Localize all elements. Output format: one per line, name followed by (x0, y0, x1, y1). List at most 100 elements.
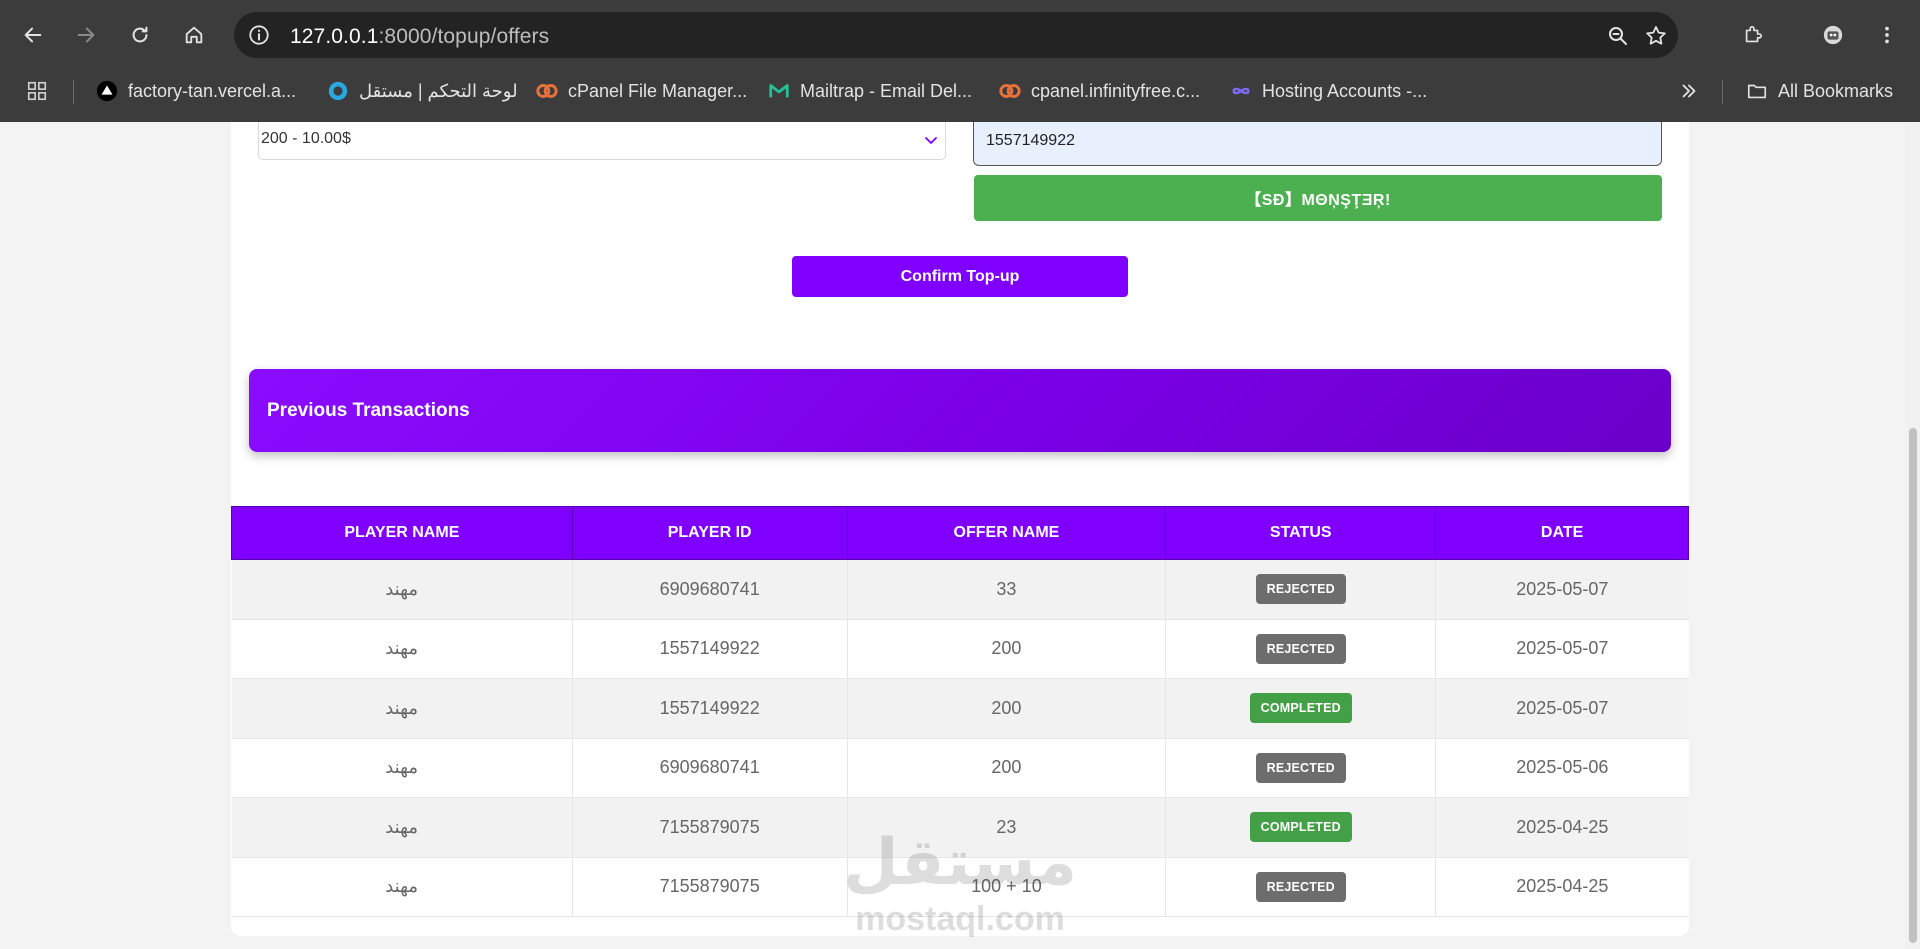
url-text[interactable]: 127.0.0.1:8000/topup/offers (290, 25, 549, 49)
status-badge: REJECTED (1255, 871, 1346, 902)
table-row: مهند 6909680741 200 REJECTED 2025-05-06 (231, 738, 1689, 798)
column-header-player-name: PLAYER NAME (231, 506, 573, 560)
cell-offer-name: 200 (847, 619, 1167, 679)
table-row: مهند 6909680741 33 REJECTED 2025-05-07 (231, 559, 1689, 620)
watermark-latin: mostaql.com (855, 900, 1065, 938)
cell-status: REJECTED (1165, 559, 1437, 620)
cell-player-name: مهند (231, 559, 573, 620)
arrow-right-icon (77, 27, 95, 43)
cell-player-name: مهند (231, 857, 573, 917)
double-chevron-right-icon (1682, 84, 1696, 98)
address-bar[interactable]: 127.0.0.1:8000/topup/offers (234, 12, 1678, 58)
mostaql-watermark: مستقل mostaql.com (840, 822, 1080, 949)
reload-button[interactable] (123, 18, 157, 52)
menu-button[interactable] (1870, 18, 1904, 52)
confirm-topup-button[interactable]: Confirm Top-up (792, 256, 1128, 297)
cell-offer-name: 200 (847, 678, 1167, 739)
cell-date: 2025-05-07 (1435, 619, 1689, 679)
column-header-status: STATUS (1165, 506, 1437, 560)
status-badge: REJECTED (1255, 574, 1346, 605)
scrollbar-thumb[interactable] (1909, 428, 1917, 943)
cell-status: REJECTED (1165, 619, 1437, 679)
star-icon[interactable] (1644, 24, 1668, 48)
extensions-button[interactable] (1736, 18, 1770, 52)
arrow-left-icon (24, 27, 42, 43)
player-nickname-button[interactable]: 【SĐ】MΘŅŞŢƎŖ! (974, 175, 1662, 221)
status-badge: REJECTED (1255, 633, 1346, 664)
bookmark-item[interactable]: cPanel File Manager... (536, 78, 747, 104)
status-badge: REJECTED (1255, 752, 1346, 783)
back-button[interactable] (16, 18, 50, 52)
bookmark-label: لوحة التحكم | مستقل (359, 80, 518, 101)
all-bookmarks-label: All Bookmarks (1778, 80, 1894, 101)
cell-player-id: 7155879075 (572, 857, 848, 917)
cell-date: 2025-05-07 (1435, 559, 1689, 620)
all-bookmarks-button[interactable]: All Bookmarks (1746, 78, 1893, 104)
apps-grid-icon (27, 81, 47, 101)
bookmark-item[interactable]: Hosting Accounts -... (1230, 78, 1427, 104)
page-viewport: 200 - 10.00$ 1557149922 【SĐ】MΘŅŞŢƎŖ! Con… (0, 122, 1920, 949)
cell-status: COMPLETED (1165, 797, 1437, 858)
bookmark-item[interactable]: لوحة التحكم | مستقل (327, 78, 518, 104)
apps-button[interactable] (26, 78, 58, 104)
cell-player-name: مهند (231, 738, 573, 798)
cell-offer-name: 200 (847, 738, 1167, 798)
forward-button[interactable] (69, 18, 103, 52)
home-button[interactable] (177, 18, 211, 52)
player-id-value: 1557149922 (986, 132, 1075, 149)
cell-player-name: مهند (231, 619, 573, 679)
status-badge: COMPLETED (1249, 812, 1352, 843)
chevron-down-icon (925, 137, 937, 144)
cell-player-id: 7155879075 (572, 797, 848, 858)
browser-chrome: 127.0.0.1:8000/topup/offers factory-tan.… (0, 0, 1920, 122)
column-header-date: DATE (1435, 506, 1689, 560)
status-badge: COMPLETED (1249, 693, 1352, 724)
cpanel-icon (536, 84, 558, 98)
bookmark-item[interactable]: Mailtrap - Email Del... (768, 78, 972, 104)
page-scrollbar[interactable] (1906, 122, 1920, 949)
cell-date: 2025-05-06 (1435, 738, 1689, 798)
reload-icon (132, 26, 148, 43)
offer-select[interactable]: 200 - 10.00$ (258, 122, 946, 160)
cell-player-id: 6909680741 (572, 738, 848, 798)
transactions-header: Previous Transactions (249, 369, 1671, 452)
site-info-icon[interactable] (248, 24, 270, 46)
mostaql-icon (328, 81, 348, 101)
bookmark-label: Hosting Accounts -... (1262, 80, 1428, 101)
zoom-icon[interactable] (1606, 24, 1630, 48)
watermark-arabic: مستقل (842, 826, 1078, 898)
bookmarks-bar: factory-tan.vercel.a... لوحة التحكم | مس… (0, 72, 1920, 110)
player-id-input[interactable]: 1557149922 (973, 122, 1662, 166)
column-header-offer-name: OFFER NAME (846, 506, 1167, 560)
column-header-player-id: PLAYER ID (571, 506, 848, 560)
cell-player-id: 1557149922 (572, 619, 848, 679)
cell-status: REJECTED (1165, 738, 1437, 798)
puzzle-icon (1745, 25, 1763, 43)
cell-status: REJECTED (1165, 857, 1437, 917)
url-path: :8000/topup/offers (378, 25, 550, 48)
bookmarks-separator (1722, 80, 1723, 104)
table-row: مهند 1557149922 200 COMPLETED 2025-05-07 (231, 678, 1689, 739)
bookmark-label: factory-tan.vercel.a... (128, 80, 297, 101)
bookmark-label: cPanel File Manager... (568, 80, 748, 101)
cell-status: COMPLETED (1165, 678, 1437, 739)
infinityfree-icon (1232, 87, 1250, 95)
cell-offer-name: 33 (847, 559, 1167, 620)
url-host: 127.0.0.1 (290, 25, 379, 48)
avatar-icon (1823, 25, 1843, 45)
bookmark-item[interactable]: cpanel.infinityfree.c... (999, 78, 1200, 104)
bookmark-item[interactable]: factory-tan.vercel.a... (96, 78, 296, 104)
cpanel-icon (999, 84, 1021, 98)
more-bookmarks-button[interactable] (1678, 78, 1710, 104)
bookmark-label: cpanel.infinityfree.c... (1031, 80, 1201, 101)
vercel-icon (96, 80, 118, 102)
profile-button[interactable] (1816, 18, 1850, 52)
home-icon (185, 26, 203, 44)
cell-player-id: 1557149922 (572, 678, 848, 739)
cell-date: 2025-04-25 (1435, 857, 1689, 917)
bookmark-label: Mailtrap - Email Del... (800, 80, 973, 101)
cell-player-name: مهند (231, 678, 573, 739)
cell-date: 2025-05-07 (1435, 678, 1689, 739)
browser-toolbar: 127.0.0.1:8000/topup/offers (0, 8, 1920, 62)
mailtrap-icon (769, 84, 789, 98)
